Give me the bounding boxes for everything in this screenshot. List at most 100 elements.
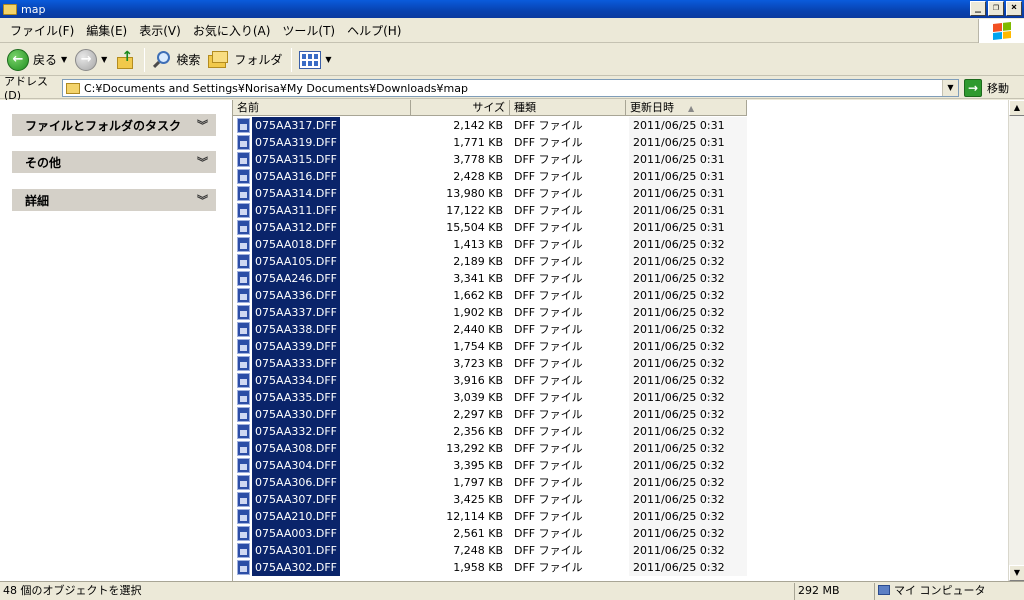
file-name[interactable]: 075AA246.DFF bbox=[252, 270, 340, 287]
file-name[interactable]: 075AA339.DFF bbox=[252, 338, 340, 355]
file-name[interactable]: 075AA315.DFF bbox=[252, 151, 340, 168]
file-name[interactable]: 075AA332.DFF bbox=[252, 423, 340, 440]
file-name[interactable]: 075AA337.DFF bbox=[252, 304, 340, 321]
menu-tools[interactable]: ツール(T) bbox=[276, 19, 341, 43]
chevron-down-icon[interactable]: ︾ bbox=[197, 154, 208, 170]
file-name[interactable]: 075AA306.DFF bbox=[252, 474, 340, 491]
file-row[interactable]: 075AA316.DFF 2,428 KB DFF ファイル 2011/06/25 0… bbox=[233, 168, 1009, 185]
file-name[interactable]: 075AA003.DFF bbox=[252, 525, 340, 542]
folders-button[interactable]: フォルダ bbox=[205, 46, 285, 74]
file-name[interactable]: 075AA336.DFF bbox=[252, 287, 340, 304]
file-name[interactable]: 075AA338.DFF bbox=[252, 321, 340, 338]
task-section-details[interactable]: 詳細 ︾ bbox=[12, 189, 216, 211]
go-button[interactable]: → 移動 bbox=[964, 79, 1009, 97]
file-name[interactable]: 075AA210.DFF bbox=[252, 508, 340, 525]
file-row[interactable]: 075AA339.DFF 1,754 KB DFF ファイル 2011/06/25 0… bbox=[233, 338, 1009, 355]
file-row[interactable]: 075AA332.DFF 2,356 KB DFF ファイル 2011/06/25 0… bbox=[233, 423, 1009, 440]
file-row[interactable]: 075AA302.DFF 1,958 KB DFF ファイル 2011/06/25 0… bbox=[233, 559, 1009, 576]
dff-file-icon bbox=[237, 135, 250, 150]
menu-view[interactable]: 表示(V) bbox=[133, 19, 187, 43]
menu-edit[interactable]: 編集(E) bbox=[80, 19, 133, 43]
file-name[interactable]: 075AA317.DFF bbox=[252, 117, 340, 134]
chevron-down-icon[interactable]: ▼ bbox=[325, 55, 331, 64]
file-row[interactable]: 075AA338.DFF 2,440 KB DFF ファイル 2011/06/25 0… bbox=[233, 321, 1009, 338]
file-name[interactable]: 075AA312.DFF bbox=[252, 219, 340, 236]
restore-button[interactable]: ❐ bbox=[988, 1, 1004, 16]
vertical-scrollbar[interactable]: ▲ ▼ bbox=[1008, 100, 1024, 581]
status-location: マイ コンピュータ bbox=[874, 583, 1024, 600]
file-row[interactable]: 075AA301.DFF 7,248 KB DFF ファイル 2011/06/25 0… bbox=[233, 542, 1009, 559]
file-row[interactable]: 075AA333.DFF 3,723 KB DFF ファイル 2011/06/25 0… bbox=[233, 355, 1009, 372]
search-button[interactable]: 検索 bbox=[149, 46, 203, 74]
file-name[interactable]: 075AA018.DFF bbox=[252, 236, 340, 253]
scroll-down-button[interactable]: ▼ bbox=[1009, 565, 1024, 581]
file-row[interactable]: 075AA308.DFF 13,292 KB DFF ファイル 2011/06/25 … bbox=[233, 440, 1009, 457]
file-name[interactable]: 075AA334.DFF bbox=[252, 372, 340, 389]
file-name[interactable]: 075AA307.DFF bbox=[252, 491, 340, 508]
file-row[interactable]: 075AA312.DFF 15,504 KB DFF ファイル 2011/06/25 … bbox=[233, 219, 1009, 236]
file-row[interactable]: 075AA315.DFF 3,778 KB DFF ファイル 2011/06/25 0… bbox=[233, 151, 1009, 168]
column-header-modified[interactable]: 更新日時 ▲ bbox=[626, 100, 747, 116]
menu-help[interactable]: ヘルプ(H) bbox=[341, 19, 407, 43]
chevron-down-icon[interactable]: ︾ bbox=[197, 192, 208, 208]
dff-file-icon bbox=[237, 305, 250, 320]
file-name[interactable]: 075AA302.DFF bbox=[252, 559, 340, 576]
file-type: DFF ファイル bbox=[514, 255, 583, 268]
address-path[interactable]: C:¥Documents and Settings¥Norisa¥My Docu… bbox=[84, 82, 468, 95]
back-label: 戻る bbox=[33, 53, 58, 67]
file-row[interactable]: 075AA335.DFF 3,039 KB DFF ファイル 2011/06/25 0… bbox=[233, 389, 1009, 406]
column-header-size[interactable]: サイズ bbox=[411, 100, 510, 116]
file-modified: 2011/06/25 0:32 bbox=[629, 236, 747, 253]
chevron-down-icon[interactable]: ▼ bbox=[101, 55, 107, 64]
file-name[interactable]: 075AA308.DFF bbox=[252, 440, 340, 457]
file-row[interactable]: 075AA336.DFF 1,662 KB DFF ファイル 2011/06/25 0… bbox=[233, 287, 1009, 304]
menu-file[interactable]: ファイル(F) bbox=[4, 19, 80, 43]
file-name[interactable]: 075AA311.DFF bbox=[252, 202, 340, 219]
file-row[interactable]: 075AA304.DFF 3,395 KB DFF ファイル 2011/06/25 0… bbox=[233, 457, 1009, 474]
task-section-other[interactable]: その他 ︾ bbox=[12, 151, 216, 173]
file-row[interactable]: 075AA018.DFF 1,413 KB DFF ファイル 2011/06/25 0… bbox=[233, 236, 1009, 253]
file-name[interactable]: 075AA330.DFF bbox=[252, 406, 340, 423]
file-name[interactable]: 075AA333.DFF bbox=[252, 355, 340, 372]
file-size: 13,980 KB bbox=[446, 187, 503, 200]
file-row[interactable]: 075AA210.DFF 12,114 KB DFF ファイル 2011/06/25 … bbox=[233, 508, 1009, 525]
menu-favorites[interactable]: お気に入り(A) bbox=[187, 19, 277, 43]
task-section-file-folder[interactable]: ファイルとフォルダのタスク ︾ bbox=[12, 114, 216, 136]
file-name[interactable]: 075AA335.DFF bbox=[252, 389, 340, 406]
file-row[interactable]: 075AA003.DFF 2,561 KB DFF ファイル 2011/06/25 0… bbox=[233, 525, 1009, 542]
file-name[interactable]: 075AA304.DFF bbox=[252, 457, 340, 474]
minimize-button[interactable]: _ bbox=[970, 1, 986, 16]
file-row[interactable]: 075AA246.DFF 3,341 KB DFF ファイル 2011/06/25 0… bbox=[233, 270, 1009, 287]
file-row[interactable]: 075AA337.DFF 1,902 KB DFF ファイル 2011/06/25 0… bbox=[233, 304, 1009, 321]
file-row[interactable]: 075AA306.DFF 1,797 KB DFF ファイル 2011/06/25 0… bbox=[233, 474, 1009, 491]
chevron-down-icon[interactable]: ▼ bbox=[61, 55, 67, 64]
dff-file-icon bbox=[237, 118, 250, 133]
back-button[interactable]: ← 戻る ▼ bbox=[4, 46, 70, 74]
views-button[interactable]: ▼ bbox=[296, 46, 334, 74]
file-name[interactable]: 075AA316.DFF bbox=[252, 168, 340, 185]
forward-button[interactable]: → ▼ bbox=[72, 46, 110, 74]
address-dropdown-button[interactable]: ▼ bbox=[942, 80, 958, 96]
file-name[interactable]: 075AA105.DFF bbox=[252, 253, 340, 270]
scroll-up-button[interactable]: ▲ bbox=[1009, 100, 1024, 116]
file-row[interactable]: 075AA307.DFF 3,425 KB DFF ファイル 2011/06/25 0… bbox=[233, 491, 1009, 508]
file-type: DFF ファイル bbox=[514, 221, 583, 234]
chevron-down-icon[interactable]: ︾ bbox=[197, 117, 208, 133]
file-row[interactable]: 075AA314.DFF 13,980 KB DFF ファイル 2011/06/25 … bbox=[233, 185, 1009, 202]
file-row[interactable]: 075AA317.DFF 2,142 KB DFF ファイル 2011/06/25 0… bbox=[233, 117, 1009, 134]
file-modified: 2011/06/25 0:32 bbox=[629, 542, 747, 559]
file-row[interactable]: 075AA319.DFF 1,771 KB DFF ファイル 2011/06/25 0… bbox=[233, 134, 1009, 151]
file-row[interactable]: 075AA330.DFF 2,297 KB DFF ファイル 2011/06/25 0… bbox=[233, 406, 1009, 423]
file-modified: 2011/06/25 0:32 bbox=[629, 525, 747, 542]
file-name[interactable]: 075AA319.DFF bbox=[252, 134, 340, 151]
up-button[interactable]: ↑ bbox=[112, 46, 138, 74]
column-header-name[interactable]: 名前 bbox=[233, 100, 411, 116]
file-name[interactable]: 075AA314.DFF bbox=[252, 185, 340, 202]
file-row[interactable]: 075AA105.DFF 2,189 KB DFF ファイル 2011/06/25 0… bbox=[233, 253, 1009, 270]
file-name[interactable]: 075AA301.DFF bbox=[252, 542, 340, 559]
column-header-type[interactable]: 種類 bbox=[510, 100, 626, 116]
file-row[interactable]: 075AA311.DFF 17,122 KB DFF ファイル 2011/06/25 … bbox=[233, 202, 1009, 219]
file-row[interactable]: 075AA334.DFF 3,916 KB DFF ファイル 2011/06/25 0… bbox=[233, 372, 1009, 389]
address-input[interactable]: C:¥Documents and Settings¥Norisa¥My Docu… bbox=[62, 79, 959, 97]
close-button[interactable]: × bbox=[1006, 1, 1022, 16]
